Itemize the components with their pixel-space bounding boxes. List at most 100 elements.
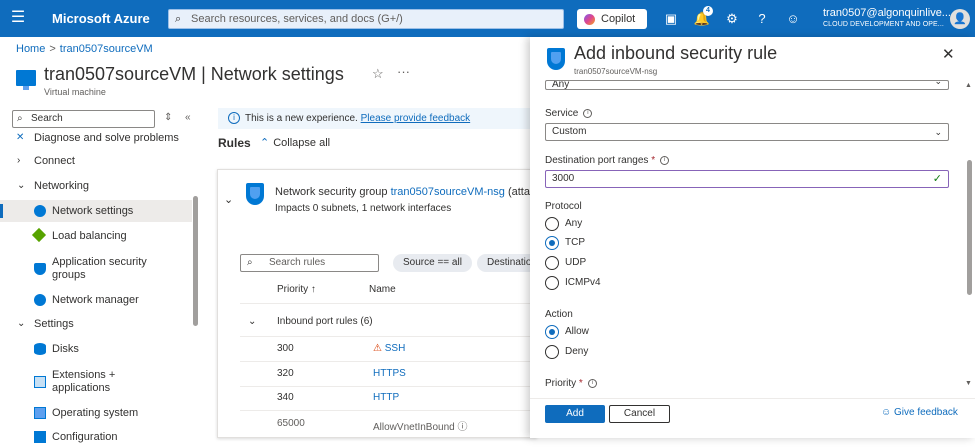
sidebar-item-configuration[interactable]: Configuration <box>0 426 192 448</box>
panel-subtitle: tran0507sourceVM-nsg <box>574 67 658 76</box>
service-dropdown[interactable]: Custom ⌄ <box>545 123 949 141</box>
sidebar-item-disks[interactable]: Disks <box>0 338 192 360</box>
column-header-name[interactable]: Name <box>369 284 396 295</box>
radio-circle <box>545 217 559 231</box>
sidebar-item-label: Configuration <box>52 431 118 443</box>
rule-name-link[interactable]: HTTP <box>373 392 399 403</box>
feedback-icon[interactable]: ☺ <box>783 9 803 29</box>
add-button[interactable]: Add <box>545 405 605 423</box>
asg-icon <box>34 263 46 275</box>
sort-toggle-icon[interactable]: ⇕ <box>164 112 172 123</box>
action-radio-allow[interactable]: Allow <box>545 325 589 339</box>
help-icon[interactable]: ? <box>752 9 772 29</box>
panel-scrollbar[interactable] <box>967 160 972 295</box>
user-email[interactable]: tran0507@algonquinlive... <box>823 7 951 19</box>
rule-priority: 340 <box>277 392 294 403</box>
sidebar-item-operating-system[interactable]: Operating system <box>0 402 192 424</box>
dest-port-value: 3000 <box>552 173 575 184</box>
divider <box>240 303 530 304</box>
dest-port-label: Destination port ranges * i <box>545 155 670 166</box>
radio-circle <box>545 345 559 359</box>
nsg-link[interactable]: tran0507sourceVM-nsg <box>391 186 505 198</box>
info-icon: ⓘ <box>457 422 468 433</box>
feedback-link[interactable]: Please provide feedback <box>361 113 471 124</box>
sidebar-item-settings[interactable]: ⌄ Settings <box>0 313 192 335</box>
dest-port-label-text: Destination port ranges <box>545 155 649 166</box>
previous-field-dropdown[interactable]: Any ⌄ <box>545 80 949 90</box>
give-feedback-label: Give feedback <box>894 407 958 418</box>
service-label-text: Service <box>545 108 579 119</box>
collapse-all-button[interactable]: ⌃ Collapse all <box>260 136 330 149</box>
nsg-prefix: Network security group <box>275 186 388 198</box>
cloud-shell-icon[interactable]: ▣ <box>661 9 681 29</box>
favorite-star-icon[interactable]: ☆ <box>372 66 384 82</box>
settings-gear-icon[interactable]: ⚙ <box>722 9 742 29</box>
sidebar-item-label: Load balancing <box>52 230 127 242</box>
filter-destination-pill[interactable]: Destinatio <box>477 254 530 272</box>
chevron-down-icon: ⌄ <box>934 127 942 137</box>
previous-field-value: Any <box>552 80 570 90</box>
sidebar-item-network-settings[interactable]: Network settings <box>0 200 192 222</box>
rule-name-text: SSH <box>384 343 406 354</box>
rules-search-input[interactable]: ⌕ Search rules <box>240 254 379 272</box>
rules-heading: Rules <box>218 136 251 150</box>
radio-circle <box>545 236 559 250</box>
radio-label: TCP <box>565 237 585 248</box>
breadcrumb-current[interactable]: tran0507sourceVM <box>60 43 153 55</box>
sidebar-search-input[interactable]: ⌕ Search <box>12 110 155 128</box>
chevron-down-icon[interactable]: ⌄ <box>248 316 256 327</box>
wrench-icon: ✕ <box>16 132 25 143</box>
virtual-machine-icon <box>16 70 36 90</box>
copilot-button[interactable]: Copilot <box>577 9 647 29</box>
chevron-down-icon[interactable]: ⌄ <box>224 193 233 206</box>
cancel-button[interactable]: Cancel <box>609 405 670 423</box>
search-icon: ⌕ <box>17 113 23 124</box>
sidebar-scrollbar[interactable] <box>193 196 198 326</box>
notification-badge: 4 <box>703 6 713 16</box>
sidebar-item-label: Network manager <box>52 294 139 306</box>
breadcrumb-home[interactable]: Home <box>16 43 45 55</box>
protocol-radio-udp[interactable]: UDP <box>545 256 586 270</box>
protocol-radio-any[interactable]: Any <box>545 217 582 231</box>
radio-circle <box>545 325 559 339</box>
user-org[interactable]: CLOUD DEVELOPMENT AND OPE... <box>823 21 944 28</box>
sidebar-item-connect[interactable]: › Connect <box>0 150 192 172</box>
inbound-group-label: Inbound port rules (6) <box>277 316 373 327</box>
info-icon: i <box>583 108 593 118</box>
sidebar-item-label: Application security groups <box>52 256 147 281</box>
close-icon[interactable]: ✕ <box>942 45 955 63</box>
sidebar-search-placeholder: Search <box>31 113 63 124</box>
network-manager-icon <box>34 294 46 306</box>
scroll-up-arrow-icon[interactable]: ▲ <box>965 82 972 89</box>
radio-label: ICMPv4 <box>565 277 601 288</box>
sidebar-item-application-security-groups[interactable]: Application security groups <box>0 253 192 285</box>
sidebar-item-diagnose[interactable]: ✕ Diagnose and solve problems <box>0 127 192 149</box>
more-options-icon[interactable]: ··· <box>397 64 410 79</box>
brand-title[interactable]: Microsoft Azure <box>52 11 150 26</box>
action-radio-deny[interactable]: Deny <box>545 345 588 359</box>
protocol-radio-tcp[interactable]: TCP <box>545 236 585 250</box>
sidebar-item-extensions[interactable]: Extensions + applications <box>0 366 192 398</box>
priority-label: Priority * i <box>545 378 597 389</box>
divider <box>240 361 530 362</box>
column-header-priority[interactable]: Priority ↑ <box>277 284 316 295</box>
sidebar-item-networking[interactable]: ⌄ Networking <box>0 175 192 197</box>
sidebar-item-label: Network settings <box>52 205 134 217</box>
sidebar-item-network-manager[interactable]: Network manager <box>0 289 192 311</box>
scroll-down-arrow-icon[interactable]: ▼ <box>965 380 972 387</box>
dest-port-input[interactable]: 3000 ✓ <box>545 170 949 188</box>
rule-name-link[interactable]: HTTPS <box>373 368 406 379</box>
search-icon: ⌕ <box>175 13 182 25</box>
rule-name-link[interactable]: ⚠ SSH <box>373 343 405 354</box>
collapse-sidebar-icon[interactable]: « <box>185 112 191 123</box>
give-feedback-link[interactable]: ☺ Give feedback <box>881 407 958 418</box>
sidebar-item-load-balancing[interactable]: Load balancing <box>0 225 192 247</box>
config-icon <box>34 431 46 443</box>
network-settings-icon <box>34 205 46 217</box>
filter-source-pill[interactable]: Source == all <box>393 254 472 272</box>
protocol-radio-icmpv4[interactable]: ICMPv4 <box>545 276 601 290</box>
global-search-input[interactable]: ⌕ Search resources, services, and docs (… <box>168 9 564 29</box>
sidebar-item-label: Extensions + applications <box>52 369 116 394</box>
avatar[interactable]: 👤 <box>950 9 970 29</box>
hamburger-menu-icon[interactable]: ☰ <box>8 8 28 28</box>
